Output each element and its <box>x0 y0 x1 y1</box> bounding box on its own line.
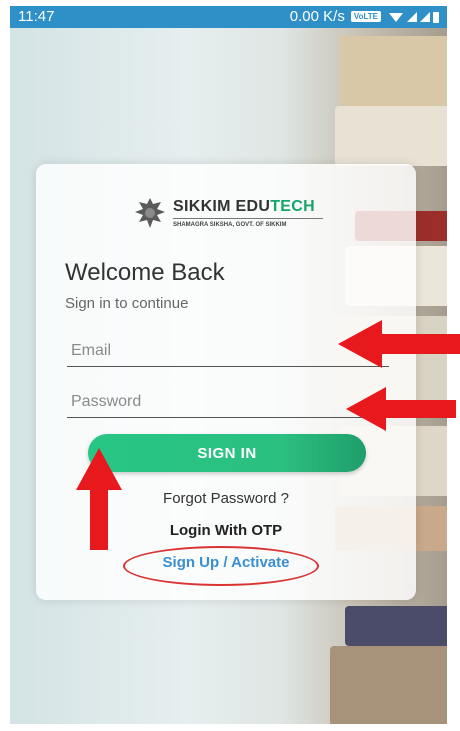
volte-badge: VoLTE <box>350 11 381 22</box>
battery-icon <box>433 11 439 23</box>
sign-in-button[interactable]: SIGN IN <box>88 434 366 472</box>
password-field[interactable] <box>67 387 389 418</box>
brand-underline <box>173 218 323 219</box>
status-time: 11:47 <box>18 8 55 25</box>
background-book <box>340 36 447 106</box>
background-book <box>335 106 447 166</box>
wifi-icon <box>389 12 403 22</box>
annotation-ellipse <box>123 546 319 586</box>
annotation-arrow-email <box>338 320 460 368</box>
status-bar: 11:47 0.00 K/s VoLTE <box>10 6 447 28</box>
brand-part2: TECH <box>270 198 315 215</box>
background-book <box>330 646 447 724</box>
background-book <box>345 606 447 646</box>
app-logo: SIKKIM EDUTECH SHAMAGRA SIKSHA, GOVT. OF… <box>131 190 331 240</box>
signal-icon <box>420 11 430 22</box>
sikkim-emblem-icon <box>135 198 165 228</box>
signal-icon <box>407 11 417 22</box>
welcome-heading: Welcome Back <box>65 259 225 286</box>
brand-name: SIKKIM EDUTECH <box>173 198 323 219</box>
brand-subtitle: SHAMAGRA SIKSHA, GOVT. OF SIKKIM <box>173 222 287 228</box>
annotation-arrow-password <box>346 387 456 431</box>
status-icons: 0.00 K/s VoLTE <box>290 8 441 25</box>
brand-part1: SIKKIM EDU <box>173 198 271 215</box>
signal-battery-icons <box>389 11 439 23</box>
network-speed: 0.00 K/s <box>289 8 345 25</box>
annotation-arrow-signin <box>76 448 122 550</box>
welcome-subtitle: Sign in to continue <box>65 295 189 312</box>
